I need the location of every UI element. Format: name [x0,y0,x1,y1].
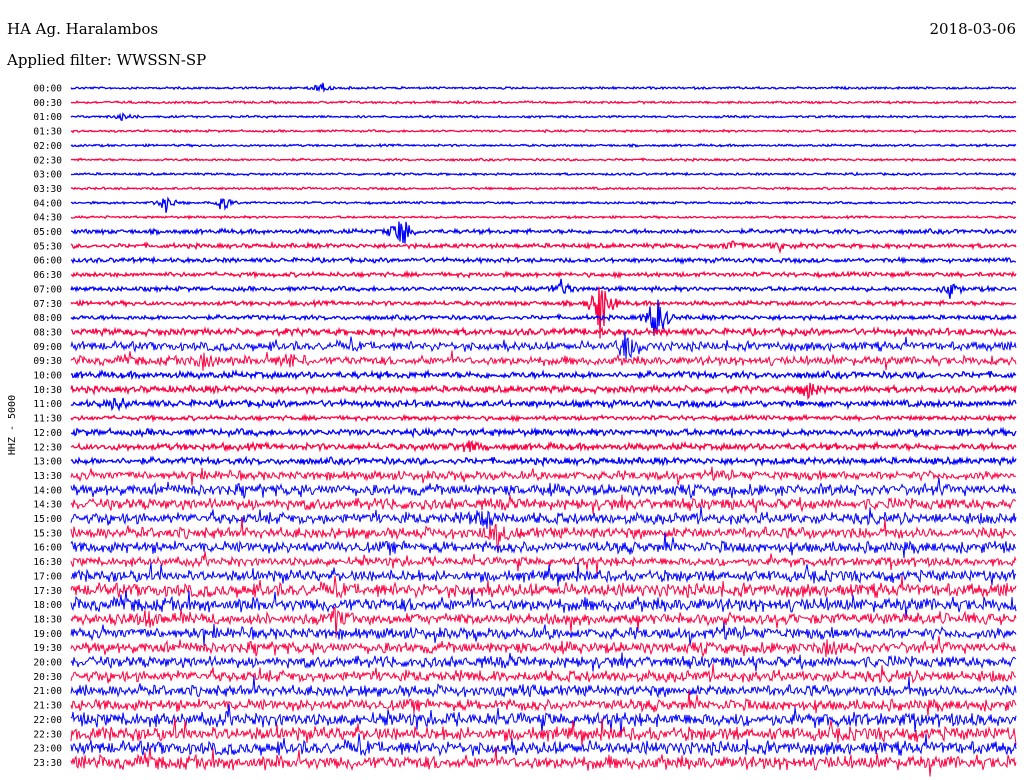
row-label: 08:30 [33,327,62,338]
row-label: 13:30 [33,471,62,482]
row-label: 14:00 [33,485,62,496]
row-label: 07:00 [33,284,62,295]
trace-line [70,440,1017,453]
row-label: 19:00 [33,629,62,640]
trace-line [70,368,1017,381]
row-label: 13:00 [33,457,62,468]
row-label: 21:30 [33,701,62,712]
trace-line [70,466,1017,486]
trace-line [70,171,1017,177]
trace-line [70,551,1017,574]
row-label: 03:00 [33,170,62,181]
trace-line [70,240,1017,255]
trace-line [70,426,1017,439]
row-label: 21:00 [33,686,62,697]
trace-line [70,99,1017,105]
row-label: 05:00 [33,227,62,238]
row-label: 00:30 [33,98,62,109]
row-label: 10:30 [33,385,62,396]
trace-line [70,128,1017,134]
row-label: 20:30 [33,672,62,683]
row-label: 23:30 [33,758,62,769]
helicorder-plot: HHZ - 5000 00:00 00:30 01:00 01:30 02:00 02:3… [7,82,1017,777]
trace-line [70,675,1017,699]
row-label: 02:30 [33,155,62,166]
trace-line [70,506,1017,529]
row-label: 02:00 [33,141,62,152]
row-label: 18:30 [33,614,62,625]
row-label: 14:30 [33,500,62,511]
trace-line [71,326,1017,338]
row-label: 23:00 [33,744,62,755]
row-label: 03:30 [33,184,62,195]
row-labels-group: 00:00 00:30 01:00 01:30 02:00 02:30 03:00 03:30… [33,84,62,769]
trace-line [70,185,1017,191]
row-label: 05:30 [33,241,62,252]
trace-line [70,455,1017,468]
trace-line [70,562,1017,587]
trace-line [70,635,1017,658]
trace-line [70,214,1017,220]
trace-line [70,350,1017,371]
trace-line [70,477,1017,500]
row-label: 19:30 [33,643,62,654]
trace-line [70,382,1017,400]
row-label: 00:00 [33,84,62,95]
row-label: 06:30 [33,270,62,281]
trace-line [71,269,1017,280]
row-label: 09:00 [33,342,62,353]
row-label: 15:00 [33,514,62,525]
row-label: 04:00 [33,198,62,209]
row-label: 06:00 [33,256,62,267]
trace-line [70,413,1017,423]
row-label: 08:00 [33,313,62,324]
row-label: 04:30 [33,213,62,224]
row-label: 07:30 [33,299,62,310]
row-label: 20:00 [33,658,62,669]
trace-line [71,221,1017,244]
row-label: 15:30 [33,528,62,539]
row-label: 10:00 [33,371,62,382]
trace-line [70,255,1017,265]
trace-line [70,142,1017,149]
row-label: 16:00 [33,543,62,554]
trace-line [70,331,1017,361]
trace-line [70,397,1017,412]
trace-line [70,664,1017,684]
row-label: 16:30 [33,557,62,568]
row-label: 12:00 [33,428,62,439]
row-label: 11:30 [33,414,62,425]
trace-line [70,82,1017,93]
row-label: 11:00 [33,399,62,410]
trace-line [70,112,1017,121]
row-label: 17:30 [33,586,62,597]
trace-line [70,747,1017,777]
row-label: 12:30 [33,442,62,453]
traces-group [70,82,1017,777]
row-label: 22:00 [33,715,62,726]
trace-line [71,196,1017,213]
row-label: 01:30 [33,127,62,138]
row-label: 01:00 [33,112,62,123]
row-label: 17:00 [33,571,62,582]
row-label: 18:00 [33,600,62,611]
row-label: 09:30 [33,356,62,367]
row-label: 22:30 [33,729,62,740]
y-axis-label: HHZ - 5000 [7,395,18,455]
trace-line [70,278,1017,299]
trace-line [70,517,1017,551]
trace-line [70,157,1017,163]
